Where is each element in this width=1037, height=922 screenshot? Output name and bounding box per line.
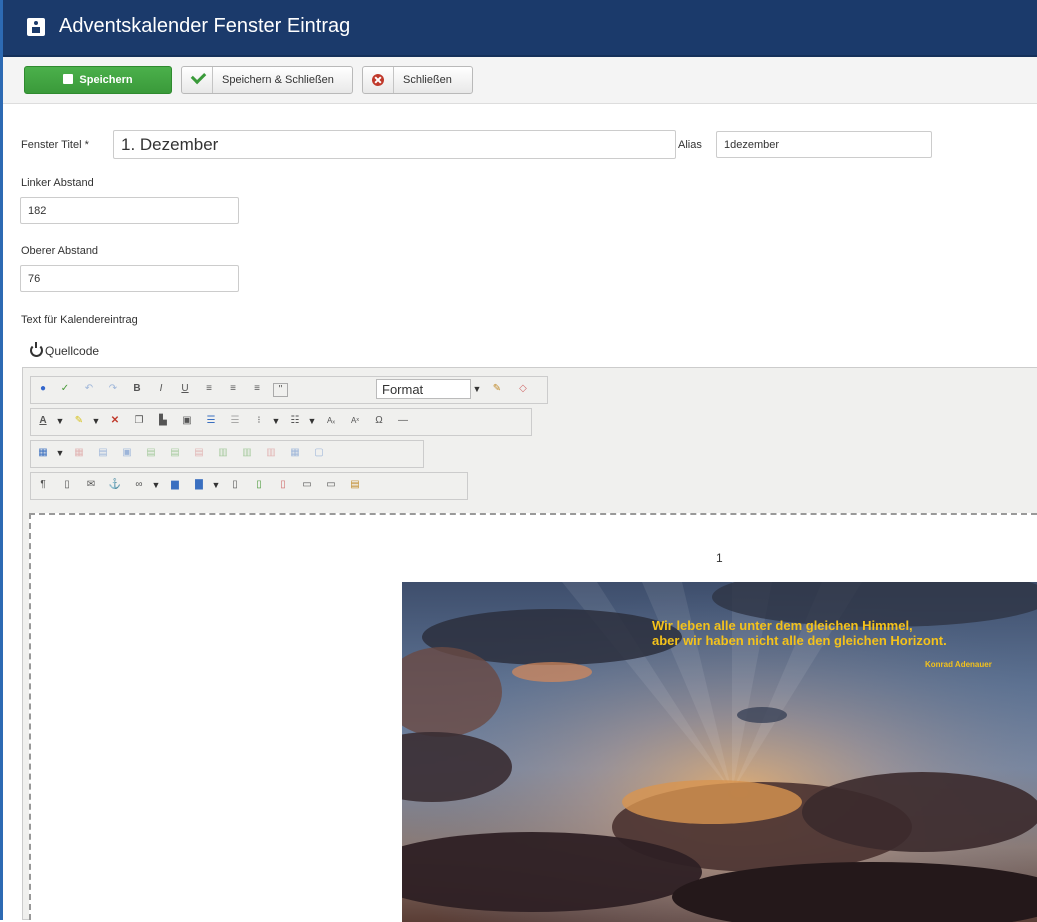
edit-icon (63, 74, 74, 84)
media-icon[interactable]: ▇ (191, 477, 207, 493)
paste-icon[interactable]: ▙ (155, 413, 171, 429)
save-and-close-label: Speichern & Schließen (222, 74, 334, 86)
bullet-list-dropdown[interactable]: ▼ (307, 413, 317, 429)
merge-cells-icon[interactable]: ▢ (311, 445, 327, 461)
insert-row-after-icon[interactable]: ▤ (167, 445, 183, 461)
editor-toolbar-row-4: ¶ ▯ ✉ ⚓ ∞ ▼ ▆ ▇ ▼ ▯ ▯ ▯ ▭ ▭ ▤ (30, 472, 468, 500)
editor-toolbar-row-2: A ▼ ✎ ▼ ✕ ❐ ▙ ▣ ☰ ☰ ⁝ ▼ ☷ ▼ Aₓ Aˣ Ω — (30, 408, 532, 436)
linker-abstand-input[interactable] (20, 197, 239, 224)
table-row-props-icon[interactable]: ▤ (95, 445, 111, 461)
linker-abstand-label: Linker Abstand (21, 177, 94, 189)
save-button-label: Speichern (79, 74, 133, 86)
numbered-list-dropdown[interactable]: ▼ (271, 413, 281, 429)
source-code-toggle[interactable]: Quellcode (30, 342, 100, 358)
eraser-icon[interactable]: ◇ (515, 381, 531, 397)
cut-icon[interactable]: ✕ (107, 413, 123, 429)
file-remove-icon[interactable]: ▯ (275, 477, 291, 493)
editor-toolbar-row-1: ● ✓ ↶ ↷ B I U ≡ ≡ ≡ " Format ▼ ✎ ◇ (30, 376, 548, 404)
close-label: Schließen (403, 74, 452, 86)
template-icon[interactable]: ▯ (227, 477, 243, 493)
oberer-abstand-input[interactable] (20, 265, 239, 292)
redo-icon[interactable]: ↷ (105, 381, 121, 397)
split-cells-icon[interactable]: ▦ (287, 445, 303, 461)
undo-icon[interactable]: ↶ (81, 381, 97, 397)
delete-table-icon[interactable]: ▦ (71, 445, 87, 461)
table-icon[interactable]: ▦ (35, 445, 51, 461)
close-button[interactable]: Schließen (362, 66, 473, 94)
numbered-list-icon[interactable]: ⁝ (251, 413, 267, 429)
file-add-icon[interactable]: ▯ (251, 477, 267, 493)
calendar-entry-icon (27, 18, 45, 36)
paragraph-icon[interactable]: ¶ (35, 477, 51, 493)
highlight-icon[interactable]: ✎ (71, 413, 87, 429)
page-break-icon[interactable]: ▭ (299, 477, 315, 493)
alias-label: Alias (678, 139, 702, 151)
underline-icon[interactable]: U (177, 381, 193, 397)
source-toggle-label: Quellcode (45, 344, 100, 358)
page-title: Adventskalender Fenster Eintrag (59, 15, 351, 37)
delete-row-icon[interactable]: ▤ (191, 445, 207, 461)
page-number: 1 (716, 551, 723, 565)
highlight-dropdown[interactable]: ▼ (91, 413, 101, 429)
superscript-icon[interactable]: Aˣ (347, 413, 363, 429)
editor-content-area[interactable]: 1 Wir leben alle unter dem gleichen Himm… (29, 513, 1037, 922)
table-dropdown[interactable]: ▼ (55, 445, 65, 461)
close-icon (372, 74, 384, 86)
align-left-icon[interactable]: ≡ (201, 381, 217, 397)
spellcheck-icon[interactable]: ✓ (57, 381, 73, 397)
image-icon[interactable]: ▆ (167, 477, 183, 493)
text-kalendereintrag-label: Text für Kalendereintrag (21, 314, 138, 326)
layer-icon[interactable]: ▤ (347, 477, 363, 493)
blockquote-icon[interactable]: " (273, 383, 288, 397)
quote-author: Konrad Adenauer (925, 660, 992, 669)
oberer-abstand-label: Oberer Abstand (21, 245, 99, 257)
table-cell-props-icon[interactable]: ▣ (119, 445, 135, 461)
brush-icon[interactable]: ✎ (489, 381, 505, 397)
power-icon (30, 342, 43, 357)
indent-icon[interactable]: ☰ (203, 413, 219, 429)
subscript-icon[interactable]: Aₓ (323, 413, 339, 429)
italic-icon[interactable]: I (153, 381, 169, 397)
readmore-icon[interactable]: ▭ (323, 477, 339, 493)
bullet-list-icon[interactable]: ☷ (287, 413, 303, 429)
fenster-titel-label: Fenster Titel * (21, 139, 89, 151)
quote-line-2: aber wir haben nicht alle den gleichen H… (652, 633, 947, 648)
editor-toolbar-row-3: ▦ ▼ ▦ ▤ ▣ ▤ ▤ ▤ ▥ ▥ ▥ ▦ ▢ (30, 440, 424, 468)
sky-sunset-photo: Wir leben alle unter dem gleichen Himmel… (402, 582, 1037, 922)
check-icon (190, 68, 207, 85)
alias-input[interactable] (716, 131, 932, 158)
header-bar: Adventskalender Fenster Eintrag (3, 0, 1037, 57)
insert-col-before-icon[interactable]: ▥ (215, 445, 231, 461)
insert-col-after-icon[interactable]: ▥ (239, 445, 255, 461)
mail-icon[interactable]: ✉ (83, 477, 99, 493)
align-right-icon[interactable]: ≡ (249, 381, 265, 397)
link-dropdown[interactable]: ▼ (151, 477, 161, 493)
save-and-close-button[interactable]: Speichern & Schließen (181, 66, 353, 94)
horizontal-rule-icon[interactable]: — (395, 413, 411, 429)
paste-text-icon[interactable]: ▣ (179, 413, 195, 429)
copy-icon[interactable]: ❐ (131, 413, 147, 429)
delete-col-icon[interactable]: ▥ (263, 445, 279, 461)
text-color-icon[interactable]: A (35, 413, 51, 429)
format-dropdown-arrow[interactable]: ▼ (472, 381, 482, 397)
bold-icon[interactable]: B (129, 381, 145, 397)
outdent-icon[interactable]: ☰ (227, 413, 243, 429)
link-icon[interactable]: ∞ (131, 477, 147, 493)
text-color-dropdown[interactable]: ▼ (55, 413, 65, 429)
article-icon[interactable]: ▯ (59, 477, 75, 493)
format-select[interactable]: Format (376, 379, 471, 399)
media-dropdown[interactable]: ▼ (211, 477, 221, 493)
align-center-icon[interactable]: ≡ (225, 381, 241, 397)
insert-row-before-icon[interactable]: ▤ (143, 445, 159, 461)
fenster-titel-input[interactable] (113, 130, 676, 159)
save-button[interactable]: Speichern (24, 66, 172, 94)
quote-line-1: Wir leben alle unter dem gleichen Himmel… (652, 618, 913, 633)
special-char-icon[interactable]: Ω (371, 413, 387, 429)
help-icon[interactable]: ● (35, 381, 51, 397)
action-toolbar: Speichern Speichern & Schließen Schließe… (3, 57, 1037, 104)
anchor-icon[interactable]: ⚓ (107, 477, 123, 493)
